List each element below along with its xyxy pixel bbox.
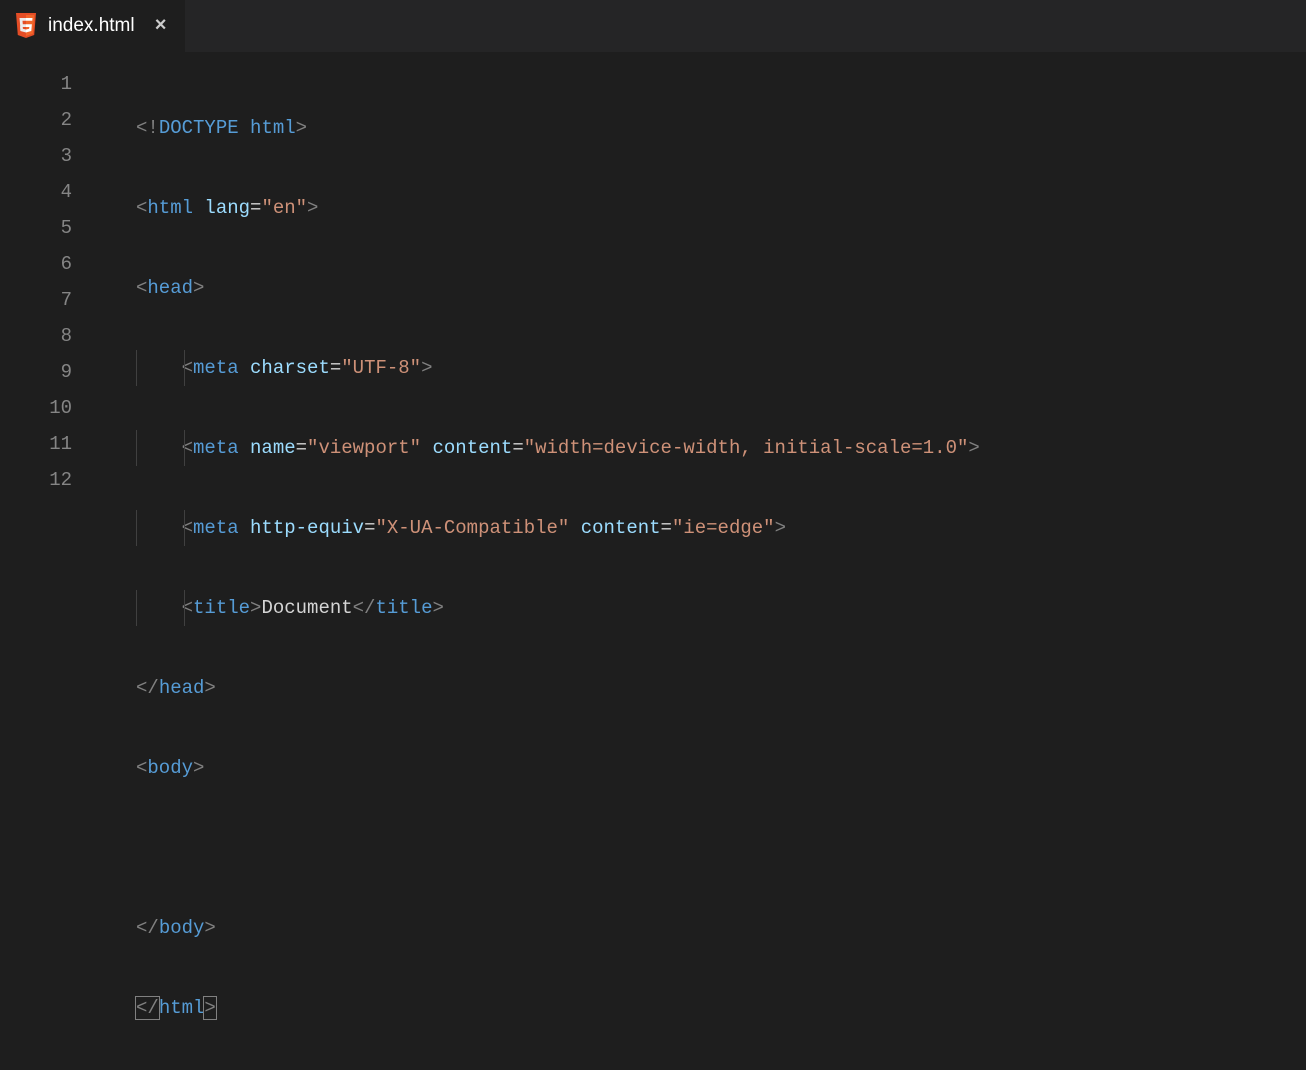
code-line: </html> xyxy=(136,990,1306,1026)
html5-icon xyxy=(14,13,38,39)
tab-bar: index.html × xyxy=(0,0,1306,52)
code-line: </head> xyxy=(136,670,1306,706)
code-line: <!DOCTYPE html> xyxy=(136,110,1306,146)
line-number: 9 xyxy=(0,354,100,390)
code-line: <meta http-equiv="X-UA-Compatible" conte… xyxy=(136,510,1306,546)
line-number: 4 xyxy=(0,174,100,210)
code-line: <meta charset="UTF-8"> xyxy=(136,350,1306,386)
line-number: 10 xyxy=(0,390,100,426)
code-line: <html lang="en"> xyxy=(136,190,1306,226)
code-line: <title>Document</title> xyxy=(136,590,1306,626)
line-number: 2 xyxy=(0,102,100,138)
cursor-bracket-left: </ xyxy=(136,997,159,1019)
line-number: 12 xyxy=(0,462,100,498)
code-line: <meta name="viewport" content="width=dev… xyxy=(136,430,1306,466)
cursor-bracket-right: > xyxy=(204,997,215,1019)
line-number: 7 xyxy=(0,282,100,318)
gutter: 1 2 3 4 5 6 7 8 9 10 11 12 xyxy=(0,52,100,578)
code-line: <head> xyxy=(136,270,1306,306)
code-area[interactable]: <!DOCTYPE html> <html lang="en"> <head> … xyxy=(100,52,1306,578)
code-line: <body> xyxy=(136,750,1306,786)
editor: 1 2 3 4 5 6 7 8 9 10 11 12 <!DOCTYPE htm… xyxy=(0,52,1306,578)
line-number: 5 xyxy=(0,210,100,246)
line-number: 3 xyxy=(0,138,100,174)
line-number: 8 xyxy=(0,318,100,354)
close-icon[interactable]: × xyxy=(151,15,171,38)
line-number: 11 xyxy=(0,426,100,462)
tab-title: index.html xyxy=(48,15,135,37)
line-number: 1 xyxy=(0,66,100,102)
tab-index-html[interactable]: index.html × xyxy=(0,0,186,52)
code-line: </body> xyxy=(136,910,1306,946)
line-number: 6 xyxy=(0,246,100,282)
code-line xyxy=(136,830,1306,866)
